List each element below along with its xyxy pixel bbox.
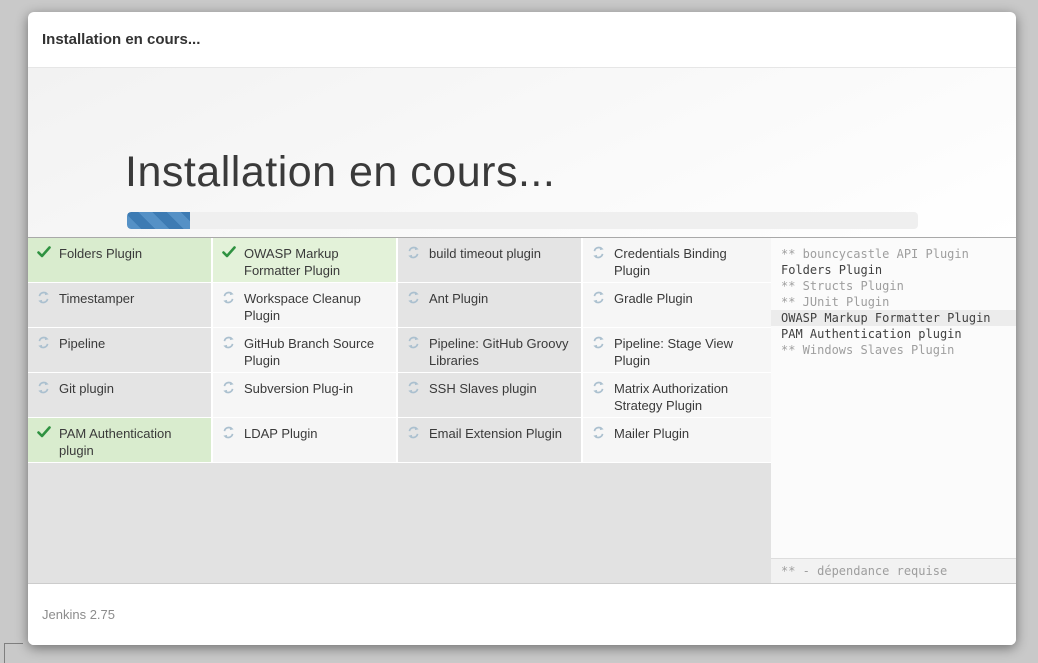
log-line: ** JUnit Plugin: [771, 294, 1016, 310]
plugin-name: Folders Plugin: [59, 245, 148, 262]
plugin-cell: Matrix Authorization Strategy Plugin: [583, 373, 771, 418]
plugin-cell: SSH Slaves plugin: [398, 373, 583, 418]
log-line: ** bouncycastle API Plugin: [771, 246, 1016, 262]
plugin-name: Ant Plugin: [429, 290, 494, 307]
check-icon: [222, 246, 236, 258]
log-line: OWASP Markup Formatter Plugin: [771, 310, 1016, 326]
plugin-cell: Workspace Cleanup Plugin: [213, 283, 398, 328]
log-line: ** Structs Plugin: [771, 278, 1016, 294]
sync-icon: [407, 291, 421, 304]
plugin-name: OWASP Markup Formatter Plugin: [244, 245, 396, 279]
plugin-cell: Credentials Binding Plugin: [583, 238, 771, 283]
sync-icon: [222, 291, 236, 304]
sync-icon: [407, 381, 421, 394]
plugin-cell: Subversion Plug-in: [213, 373, 398, 418]
sync-icon: [592, 381, 606, 394]
plugin-cell: Ant Plugin: [398, 283, 583, 328]
plugin-name: Workspace Cleanup Plugin: [244, 290, 396, 324]
sync-icon: [222, 336, 236, 349]
installation-progress-bar: [127, 212, 918, 229]
plugin-cell: Git plugin: [28, 373, 213, 418]
sync-icon: [407, 426, 421, 439]
sync-icon: [407, 246, 421, 259]
plugin-cell: OWASP Markup Formatter Plugin: [213, 238, 398, 283]
sync-icon: [222, 381, 236, 394]
plugin-name: PAM Authentication plugin: [59, 425, 211, 459]
installation-content: Folders Plugin OWASP Markup Formatter Plu…: [28, 238, 1016, 584]
installation-banner: Installation en cours...: [28, 68, 1016, 238]
log-line: ** Windows Slaves Plugin: [771, 342, 1016, 358]
plugin-cell: Mailer Plugin: [583, 418, 771, 463]
progress-fill: [127, 212, 190, 229]
dialog-footer: Jenkins 2.75: [28, 584, 1016, 645]
plugin-name: SSH Slaves plugin: [429, 380, 543, 397]
dialog-title: Installation en cours...: [42, 31, 200, 48]
log-line: Folders Plugin: [771, 262, 1016, 278]
sync-icon: [37, 336, 51, 349]
sync-icon: [37, 291, 51, 304]
plugin-name: Gradle Plugin: [614, 290, 699, 307]
check-icon: [37, 246, 51, 258]
plugin-cell: Timestamper: [28, 283, 213, 328]
dependency-note: ** - dépendance requise: [771, 558, 1016, 583]
plugin-cell: build timeout plugin: [398, 238, 583, 283]
check-icon: [37, 426, 51, 438]
log-line: PAM Authentication plugin: [771, 326, 1016, 342]
page-title: Installation en cours...: [125, 148, 555, 197]
plugin-cell: GitHub Branch Source Plugin: [213, 328, 398, 373]
plugin-cell: Pipeline: [28, 328, 213, 373]
plugin-cell: Pipeline: Stage View Plugin: [583, 328, 771, 373]
plugin-name: LDAP Plugin: [244, 425, 323, 442]
plugin-name: build timeout plugin: [429, 245, 547, 262]
sync-icon: [37, 381, 51, 394]
sync-icon: [407, 336, 421, 349]
plugin-cell: Pipeline: GitHub Groovy Libraries: [398, 328, 583, 373]
background-window-edge: [4, 643, 23, 663]
sync-icon: [592, 246, 606, 259]
plugin-name: Pipeline: Stage View Plugin: [614, 335, 771, 369]
sync-icon: [592, 426, 606, 439]
plugin-name: Email Extension Plugin: [429, 425, 568, 442]
plugin-name: Credentials Binding Plugin: [614, 245, 771, 279]
plugin-name: Mailer Plugin: [614, 425, 695, 442]
plugin-name: Subversion Plug-in: [244, 380, 359, 397]
plugin-name: GitHub Branch Source Plugin: [244, 335, 396, 369]
plugin-name: Timestamper: [59, 290, 140, 307]
plugin-grid: Folders Plugin OWASP Markup Formatter Plu…: [28, 238, 771, 583]
install-log-panel[interactable]: ** bouncycastle API PluginFolders Plugin…: [771, 238, 1016, 583]
jenkins-version-label: Jenkins 2.75: [42, 607, 115, 622]
sync-icon: [592, 336, 606, 349]
plugin-cell: LDAP Plugin: [213, 418, 398, 463]
plugin-name: Pipeline: GitHub Groovy Libraries: [429, 335, 581, 369]
plugin-cell: Email Extension Plugin: [398, 418, 583, 463]
plugin-cell: PAM Authentication plugin: [28, 418, 213, 463]
dialog-titlebar: Installation en cours...: [28, 12, 1016, 68]
jenkins-setup-dialog: Installation en cours... Installation en…: [28, 12, 1016, 645]
plugin-name: Pipeline: [59, 335, 111, 352]
sync-icon: [222, 426, 236, 439]
plugin-cell: Gradle Plugin: [583, 283, 771, 328]
install-log-lines: ** bouncycastle API PluginFolders Plugin…: [771, 238, 1016, 558]
sync-icon: [592, 291, 606, 304]
plugin-cell: Folders Plugin: [28, 238, 213, 283]
plugin-name: Git plugin: [59, 380, 120, 397]
plugin-name: Matrix Authorization Strategy Plugin: [614, 380, 771, 414]
